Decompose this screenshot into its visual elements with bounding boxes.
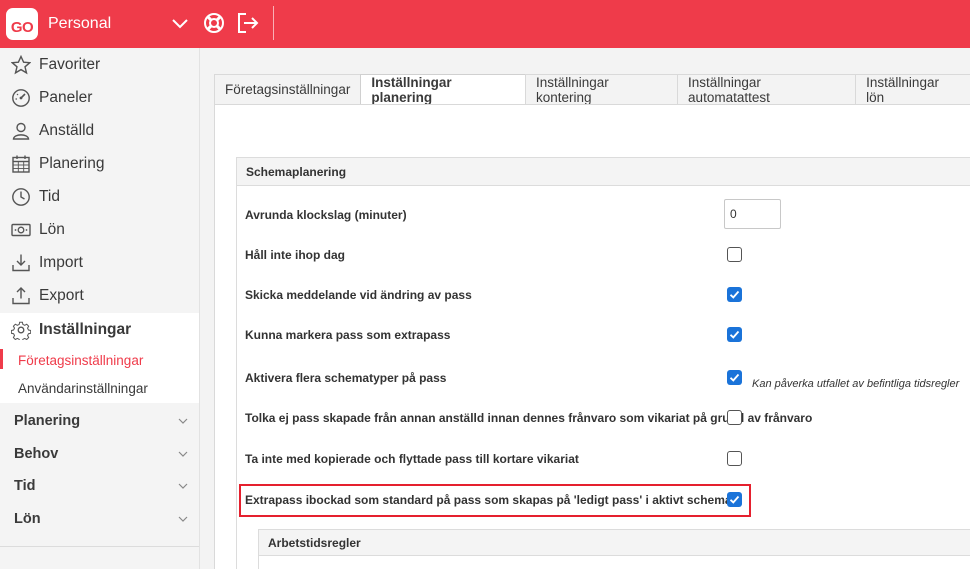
chevron-down-icon (178, 516, 188, 522)
tab-foretagsinstallningar[interactable]: Företagsinställningar (214, 74, 362, 104)
round-minutes-input[interactable]: 0 (724, 199, 781, 229)
sidebar-subitem-anvandarinstallningar[interactable]: Användarinställningar (18, 381, 148, 396)
lifebuoy-icon[interactable] (203, 12, 225, 34)
setting-label: Extrapass ibockad som standard på pass s… (245, 493, 732, 507)
sidebar-item-favoriter[interactable]: Favoriter (0, 48, 199, 81)
sidebar-item-label: Lön (39, 221, 65, 238)
subsection-title: Arbetstidsregler (268, 536, 361, 550)
sidebar-group-behov[interactable]: Behov (0, 438, 199, 470)
sidebar-item-label: Tid (39, 188, 60, 205)
tab-installningar-planering[interactable]: Inställningar planering (360, 74, 526, 105)
sidebar-item-label: Import (39, 254, 83, 271)
app-title: Personal (48, 15, 112, 32)
chevron-down-icon (178, 451, 188, 457)
calendar-icon (12, 155, 30, 173)
extrapass-default-checkbox[interactable] (727, 492, 742, 507)
sidebar-group-label: Tid (14, 478, 36, 494)
star-icon (11, 55, 31, 75)
sidebar-item-label: Anställd (39, 122, 95, 139)
sidebar-item-anstalld[interactable]: Anställd (0, 114, 199, 147)
sidebar-item-installningar[interactable]: Inställningar (0, 313, 199, 346)
setting-label: Skicka meddelande vid ändring av pass (245, 288, 472, 302)
chevron-down-icon (178, 418, 188, 424)
vikariat-absence-checkbox[interactable] (727, 410, 742, 425)
section-header: Schemaplanering (237, 158, 970, 186)
sidebar-subitem-foretagsinstallningar[interactable]: Företagsinställningar (18, 353, 143, 368)
multiple-schedule-types-checkbox[interactable] (727, 370, 742, 385)
sidebar-group-lon[interactable]: Lön (0, 503, 199, 535)
schemaplanering-section: Schemaplanering Avrunda klockslag (minut… (236, 157, 970, 569)
subsection-header[interactable]: Arbetstidsregler (259, 530, 970, 556)
tab-panel: Schemaplanering Avrunda klockslag (minut… (214, 104, 970, 569)
gauge-icon (12, 89, 30, 107)
settings-tabs: Företagsinställningar Inställningar plan… (214, 74, 970, 105)
export-icon (12, 287, 30, 305)
hold-day-checkbox[interactable] (727, 247, 742, 262)
sidebar-group-planering[interactable]: Planering (0, 405, 199, 437)
sidebar-item-planering[interactable]: Planering (0, 147, 199, 180)
clock-icon (12, 188, 30, 206)
topbar-divider (273, 6, 274, 40)
sidebar-group-label: Planering (14, 413, 81, 429)
setting-label: Avrunda klockslag (minuter) (245, 208, 407, 222)
tab-installningar-lon[interactable]: Inställningar lön (855, 74, 970, 105)
sidebar-item-paneler[interactable]: Paneler (0, 81, 199, 114)
arbetstidsregler-section: Arbetstidsregler (258, 529, 970, 569)
sidebar-item-label: Inställningar (39, 321, 132, 338)
main-content: Företagsinställningar Inställningar plan… (200, 48, 970, 569)
logout-icon[interactable] (236, 12, 260, 34)
setting-hint: Kan påverka utfallet av befintliga tidsr… (752, 378, 960, 390)
active-indicator (0, 349, 3, 369)
gear-icon (11, 321, 31, 340)
person-icon (12, 122, 30, 140)
chevron-down-icon[interactable] (170, 14, 190, 34)
setting-label: Håll inte ihop dag (245, 248, 346, 262)
sidebar-item-import[interactable]: Import (0, 246, 199, 279)
copied-moved-checkbox[interactable] (727, 451, 742, 466)
sidebar-item-lon[interactable]: Lön (0, 213, 199, 246)
notify-change-checkbox[interactable] (727, 287, 742, 302)
sidebar-item-label: Export (39, 287, 84, 304)
sidebar-divider (0, 546, 199, 547)
sidebar-item-label: Paneler (39, 89, 93, 106)
sidebar-item-label: Planering (39, 155, 105, 172)
sidebar-group-label: Lön (14, 511, 41, 527)
sidebar-group-tid[interactable]: Tid (0, 470, 199, 502)
tab-installningar-kontering[interactable]: Inställningar kontering (524, 74, 679, 105)
money-icon (11, 223, 31, 237)
sidebar: Favoriter Paneler Anställd Planering Tid… (0, 48, 200, 569)
chevron-down-icon (178, 483, 188, 489)
setting-label: Aktivera flera schematyper på pass (245, 371, 447, 385)
import-icon (12, 254, 30, 272)
setting-label: Ta inte med kopierade och flyttade pass … (245, 452, 579, 466)
app-logo[interactable]: GO (6, 8, 38, 40)
tab-installningar-automatattest[interactable]: Inställningar automatattest (677, 74, 857, 105)
extrapass-mark-checkbox[interactable] (727, 327, 742, 342)
setting-label: Kunna markera pass som extrapass (245, 328, 451, 342)
sidebar-item-label: Favoriter (39, 56, 101, 73)
sidebar-item-tid[interactable]: Tid (0, 180, 199, 213)
sidebar-item-export[interactable]: Export (0, 279, 199, 312)
section-title: Schemaplanering (246, 165, 347, 179)
sidebar-group-label: Behov (14, 446, 59, 462)
top-bar: GO Personal (0, 0, 970, 48)
